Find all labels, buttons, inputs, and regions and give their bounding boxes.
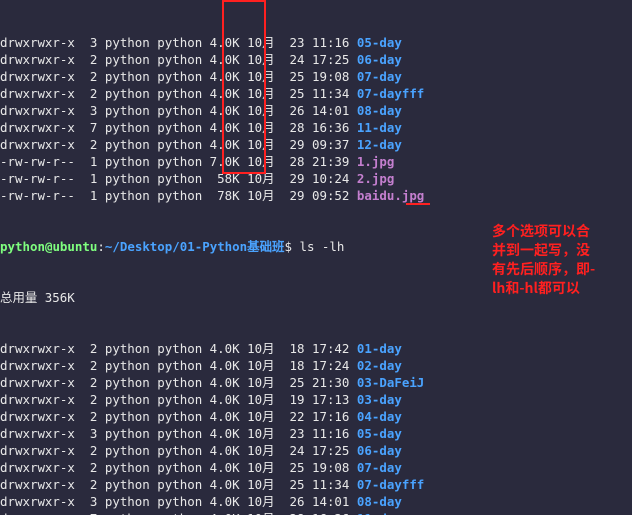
file-name: 11-day <box>357 120 402 135</box>
file-name: baidu.jpg <box>357 188 424 203</box>
prompt-cmd: ls <box>299 239 321 254</box>
ls-row: drwxrwxr-x 2 python python 4.0K 10月 25 1… <box>0 459 632 476</box>
perm: drwxrwxr-x <box>0 69 75 84</box>
perm: drwxrwxr-x <box>0 494 75 509</box>
ls-row: drwxrwxr-x 3 python python 4.0K 10月 23 1… <box>0 425 632 442</box>
perm: drwxrwxr-x <box>0 426 75 441</box>
file-name: 07-dayfff <box>357 477 424 492</box>
perm: -rw-rw-r-- <box>0 171 75 186</box>
ls-row: drwxrwxr-x 2 python python 4.0K 10月 18 1… <box>0 340 632 357</box>
ls-row: drwxrwxr-x 2 python python 4.0K 10月 25 1… <box>0 85 632 102</box>
ls-row: drwxrwxr-x 3 python python 4.0K 10月 23 1… <box>0 34 632 51</box>
ls-row: drwxrwxr-x 2 python python 4.0K 10月 19 1… <box>0 391 632 408</box>
ls-row: drwxrwxr-x 2 python python 4.0K 10月 25 1… <box>0 68 632 85</box>
perm: drwxrwxr-x <box>0 443 75 458</box>
ls-row: drwxrwxr-x 7 python python 4.0K 10月 28 1… <box>0 119 632 136</box>
perm: drwxrwxr-x <box>0 409 75 424</box>
terminal[interactable]: drwxrwxr-x 3 python python 4.0K 10月 23 1… <box>0 0 632 515</box>
file-name: 06-day <box>357 52 402 67</box>
file-name: 07-day <box>357 460 402 475</box>
file-name: 04-day <box>357 409 402 424</box>
total-line: 总用量 356K <box>0 289 632 306</box>
perm: drwxrwxr-x <box>0 375 75 390</box>
ls-row: drwxrwxr-x 2 python python 4.0K 10月 24 1… <box>0 51 632 68</box>
perm: drwxrwxr-x <box>0 460 75 475</box>
annotation-text: 多个选项可以合并到一起写，没有先后顺序，即-lh和-hl都可以 <box>492 222 602 298</box>
perm: drwxrwxr-x <box>0 392 75 407</box>
ls-output-top: drwxrwxr-x 3 python python 4.0K 10月 23 1… <box>0 34 632 204</box>
file-name: 05-day <box>357 35 402 50</box>
file-name: 08-day <box>357 494 402 509</box>
perm: drwxrwxr-x <box>0 341 75 356</box>
ls-row: drwxrwxr-x 2 python python 4.0K 10月 25 2… <box>0 374 632 391</box>
ls-row: -rw-rw-r-- 1 python python 7.0K 10月 28 2… <box>0 153 632 170</box>
perm: drwxrwxr-x <box>0 137 75 152</box>
perm: -rw-rw-r-- <box>0 154 75 169</box>
ls-row: drwxrwxr-x 2 python python 4.0K 10月 25 1… <box>0 476 632 493</box>
perm: drwxrwxr-x <box>0 35 75 50</box>
file-name: 07-day <box>357 69 402 84</box>
perm: drwxrwxr-x <box>0 358 75 373</box>
ls-row: drwxrwxr-x 7 python python 4.0K 10月 28 1… <box>0 510 632 515</box>
file-name: 06-day <box>357 443 402 458</box>
file-name: 12-day <box>357 137 402 152</box>
file-name: 05-day <box>357 426 402 441</box>
prompt-host: ubuntu <box>52 239 97 254</box>
file-name: 2.jpg <box>357 171 394 186</box>
perm: drwxrwxr-x <box>0 103 75 118</box>
perm: drwxrwxr-x <box>0 86 75 101</box>
perm: drwxrwxr-x <box>0 477 75 492</box>
prompt-opt: -lh <box>322 239 344 254</box>
ls-row: drwxrwxr-x 2 python python 4.0K 10月 18 1… <box>0 357 632 374</box>
file-name: 03-day <box>357 392 402 407</box>
perm: drwxrwxr-x <box>0 120 75 135</box>
ls-row: -rw-rw-r-- 1 python python 58K 10月 29 10… <box>0 170 632 187</box>
prompt-line[interactable]: python@ubuntu:~/Desktop/01-Python基础班$ ls… <box>0 238 632 255</box>
ls-row: drwxrwxr-x 3 python python 4.0K 10月 26 1… <box>0 493 632 510</box>
ls-row: drwxrwxr-x 3 python python 4.0K 10月 26 1… <box>0 102 632 119</box>
file-name: 03-DaFeiJ <box>357 375 424 390</box>
perm: drwxrwxr-x <box>0 511 75 515</box>
ls-row: drwxrwxr-x 2 python python 4.0K 10月 24 1… <box>0 442 632 459</box>
file-name: 1.jpg <box>357 154 394 169</box>
file-name: 01-day <box>357 341 402 356</box>
ls-row: drwxrwxr-x 2 python python 4.0K 10月 29 0… <box>0 136 632 153</box>
prompt-dollar: $ <box>284 239 299 254</box>
prompt-user: python <box>0 239 45 254</box>
file-name: 08-day <box>357 103 402 118</box>
file-name: 07-dayfff <box>357 86 424 101</box>
file-name: 02-day <box>357 358 402 373</box>
ls-row: drwxrwxr-x 2 python python 4.0K 10月 22 1… <box>0 408 632 425</box>
prompt-path: ~/Desktop/01-Python基础班 <box>105 239 285 254</box>
perm: drwxrwxr-x <box>0 52 75 67</box>
prompt-colon: : <box>97 239 105 254</box>
perm: -rw-rw-r-- <box>0 188 75 203</box>
ls-output-bottom: drwxrwxr-x 2 python python 4.0K 10月 18 1… <box>0 340 632 515</box>
file-name: 11-day <box>357 511 402 515</box>
ls-row: -rw-rw-r-- 1 python python 78K 10月 29 09… <box>0 187 632 204</box>
